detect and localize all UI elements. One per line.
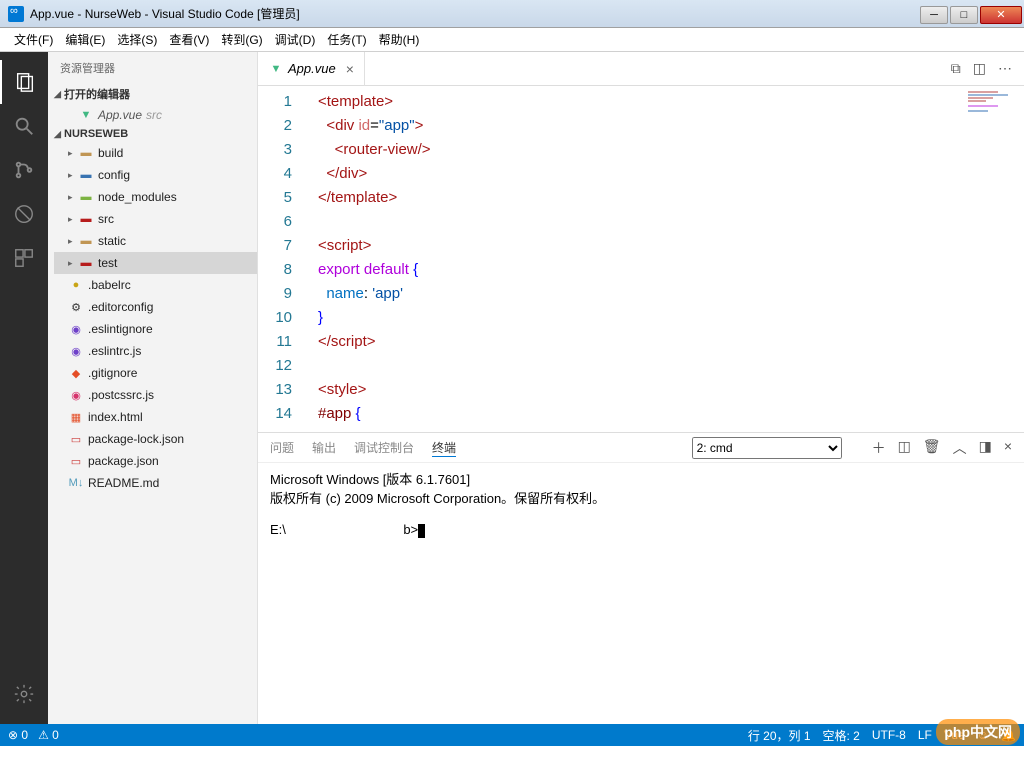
window-titlebar: App.vue - NurseWeb - Visual Studio Code …: [0, 0, 1024, 28]
panel-tab-debug-console[interactable]: 调试控制台: [354, 439, 414, 456]
menu-bar: 文件(F) 编辑(E) 选择(S) 查看(V) 转到(G) 调试(D) 任务(T…: [0, 28, 1024, 52]
menu-goto[interactable]: 转到(G): [215, 29, 268, 50]
menu-tasks[interactable]: 任务(T): [321, 29, 372, 50]
tab-app-vue[interactable]: ▼ App.vue ×: [258, 52, 365, 86]
menu-help[interactable]: 帮助(H): [373, 29, 426, 50]
file-icon: ▦: [68, 410, 84, 424]
status-warnings[interactable]: ⚠ 0: [38, 728, 59, 742]
panel-tab-terminal[interactable]: 终端: [432, 439, 456, 457]
open-editor-name: App.vue: [98, 108, 142, 122]
file-package-lock[interactable]: ▭package-lock.json: [54, 428, 257, 450]
status-encoding[interactable]: UTF-8: [872, 728, 906, 742]
panel-tab-problems[interactable]: 问题: [270, 439, 294, 456]
file-icon: ◉: [68, 388, 84, 402]
minimap[interactable]: [968, 90, 1018, 140]
window-title: App.vue - NurseWeb - Visual Studio Code …: [30, 5, 300, 22]
folder-icon: ▬: [78, 168, 94, 182]
folder-config[interactable]: ▸▬config: [54, 164, 257, 186]
terminal-cursor: [418, 524, 425, 538]
file-eslintrc[interactable]: ◉.eslintrc.js: [54, 340, 257, 362]
folder-build[interactable]: ▸▬build: [54, 142, 257, 164]
folder-icon: ▬: [78, 146, 94, 160]
file-icon: ▭: [68, 454, 84, 468]
watermark: php中文网: [936, 719, 1020, 745]
file-icon: ◉: [68, 322, 84, 336]
file-icon: ◆: [68, 366, 84, 380]
split-terminal-icon[interactable]: ◫: [898, 438, 911, 458]
status-eol[interactable]: LF: [918, 728, 932, 742]
folder-node-modules[interactable]: ▸▬node_modules: [54, 186, 257, 208]
file-icon: ▭: [68, 432, 84, 446]
tab-label: App.vue: [288, 61, 336, 76]
code-editor[interactable]: 1234567891011121314 <template> <div id="…: [258, 86, 1024, 432]
minimize-button[interactable]: ─: [920, 6, 948, 24]
menu-edit[interactable]: 编辑(E): [59, 29, 111, 50]
vscode-icon: [8, 6, 24, 22]
folder-icon: ▬: [78, 256, 94, 270]
file-icon: ⚙: [68, 300, 84, 314]
extensions-icon[interactable]: [0, 236, 48, 280]
kill-terminal-icon[interactable]: 🗑: [923, 438, 941, 458]
status-line-col[interactable]: 行 20，列 1: [748, 727, 811, 744]
open-editors-header[interactable]: ◢打开的编辑器: [48, 84, 257, 104]
explorer-sidebar: 资源管理器 ◢打开的编辑器 ▼ App.vue src ◢NURSEWEB ▸▬…: [48, 52, 258, 724]
editor-tabs: ▼ App.vue × ⧉ ◫ ⋯: [258, 52, 1024, 86]
more-actions-icon[interactable]: ⋯: [998, 60, 1012, 77]
close-window-button[interactable]: ✕: [980, 6, 1022, 24]
project-header[interactable]: ◢NURSEWEB: [48, 126, 257, 142]
toggle-panel-icon[interactable]: ◨: [979, 438, 992, 458]
file-icon: ●: [68, 278, 84, 292]
explorer-title: 资源管理器: [48, 52, 257, 84]
file-readme[interactable]: M↓README.md: [54, 472, 257, 494]
folder-icon: ▬: [78, 190, 94, 204]
close-tab-icon[interactable]: ×: [346, 61, 354, 77]
open-editor-path: src: [146, 108, 162, 122]
file-postcssrc[interactable]: ◉.postcssrc.js: [54, 384, 257, 406]
file-index-html[interactable]: ▦index.html: [54, 406, 257, 428]
folder-src[interactable]: ▸▬src: [54, 208, 257, 230]
folder-icon: ▬: [78, 234, 94, 248]
menu-select[interactable]: 选择(S): [111, 29, 163, 50]
status-indent[interactable]: 空格: 2: [823, 727, 860, 744]
folder-icon: ▬: [78, 212, 94, 226]
panel-tab-output[interactable]: 输出: [312, 439, 336, 456]
line-gutter: 1234567891011121314: [258, 86, 308, 432]
status-bar: ⊗ 0 ⚠ 0 行 20，列 1 空格: 2 UTF-8 LF Vue ☺ 🔔 …: [0, 724, 1024, 746]
menu-debug[interactable]: 调试(D): [269, 29, 322, 50]
open-editor-item[interactable]: ▼ App.vue src: [54, 104, 257, 126]
close-panel-icon[interactable]: ×: [1004, 438, 1012, 458]
terminal[interactable]: Microsoft Windows [版本 6.1.7601] 版权所有 (c)…: [258, 463, 1024, 724]
debug-icon[interactable]: [0, 192, 48, 236]
editor-area: ▼ App.vue × ⧉ ◫ ⋯ 1234567891011121314 <t…: [258, 52, 1024, 724]
status-errors[interactable]: ⊗ 0: [8, 728, 28, 742]
file-icon: ◉: [68, 344, 84, 358]
file-gitignore[interactable]: ◆.gitignore: [54, 362, 257, 384]
maximize-button[interactable]: □: [950, 6, 978, 24]
file-icon: M↓: [68, 476, 84, 490]
vue-file-icon: ▼: [78, 108, 94, 122]
split-editor-icon[interactable]: ◫: [973, 60, 986, 77]
folder-static[interactable]: ▸▬static: [54, 230, 257, 252]
split-right-icon[interactable]: ⧉: [951, 60, 961, 77]
new-terminal-icon[interactable]: ＋: [872, 438, 886, 458]
bottom-panel: 问题 输出 调试控制台 终端 2: cmd ＋ ◫ 🗑 ︿ ◨ × Micros…: [258, 432, 1024, 724]
git-icon[interactable]: [0, 148, 48, 192]
activity-bar: [0, 52, 48, 724]
terminal-selector[interactable]: 2: cmd: [692, 437, 842, 459]
vue-file-icon: ▼: [268, 62, 284, 76]
file-package[interactable]: ▭package.json: [54, 450, 257, 472]
file-eslintignore[interactable]: ◉.eslintignore: [54, 318, 257, 340]
file-editorconfig[interactable]: ⚙.editorconfig: [54, 296, 257, 318]
search-icon[interactable]: [0, 104, 48, 148]
menu-view[interactable]: 查看(V): [163, 29, 215, 50]
explorer-icon[interactable]: [0, 60, 48, 104]
maximize-panel-icon[interactable]: ︿: [953, 438, 967, 458]
menu-file[interactable]: 文件(F): [8, 29, 59, 50]
settings-gear-icon[interactable]: [0, 672, 48, 716]
file-babelrc[interactable]: ●.babelrc: [54, 274, 257, 296]
folder-test[interactable]: ▸▬test: [54, 252, 257, 274]
code-content[interactable]: <template> <div id="app"> <router-view/>…: [308, 86, 1024, 432]
